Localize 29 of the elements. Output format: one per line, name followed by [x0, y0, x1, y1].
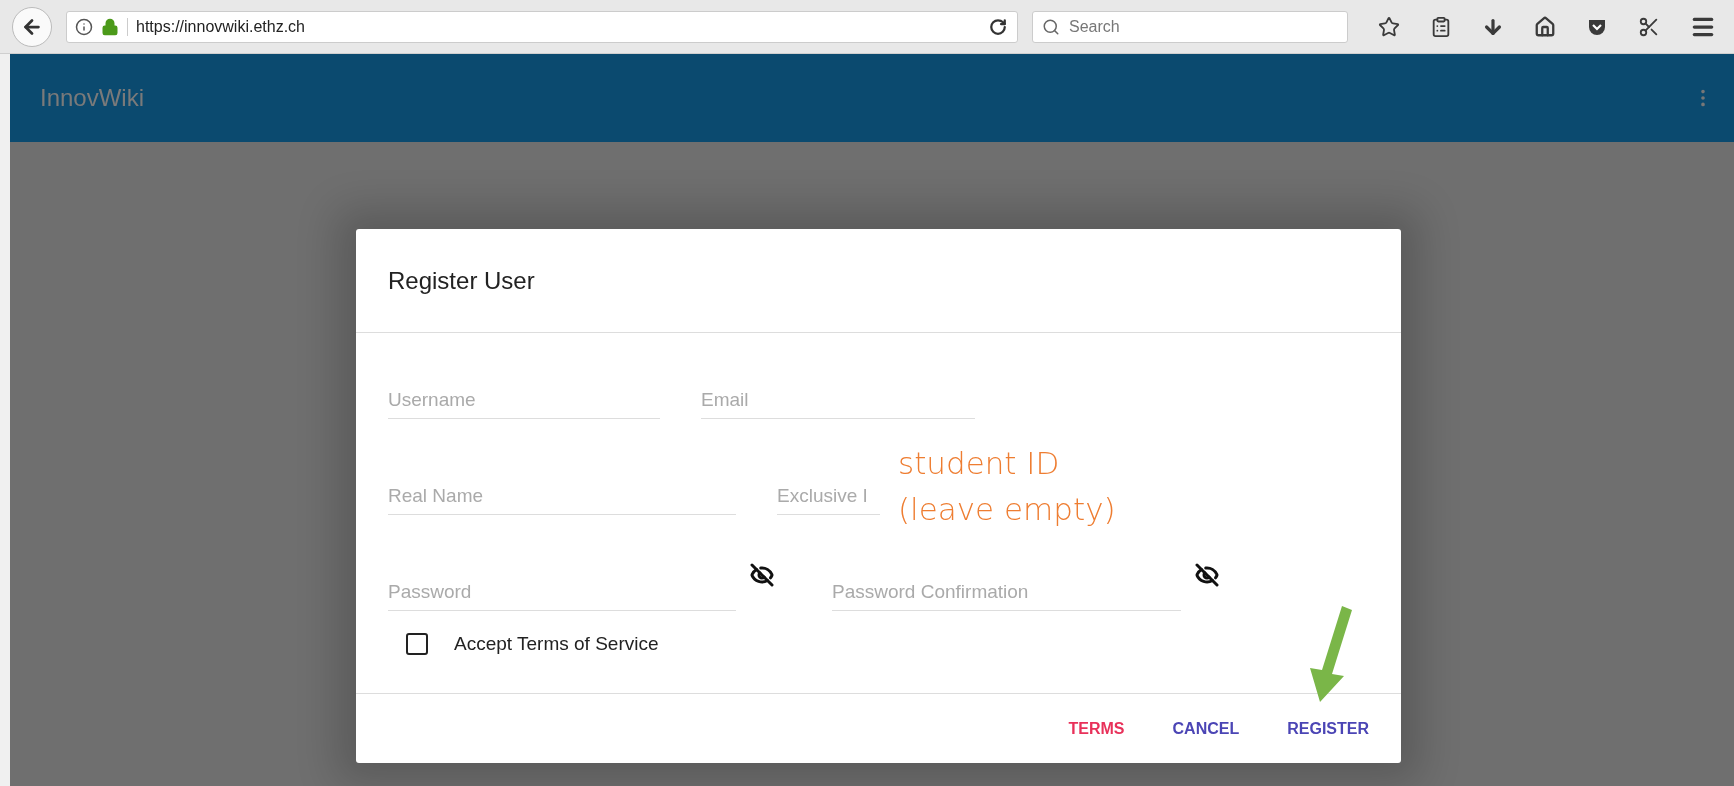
input-field[interactable]: Exclusive I — [777, 467, 880, 515]
input-field[interactable]: Real Name — [388, 467, 736, 515]
hidden-eye-icon[interactable] — [1195, 563, 1219, 587]
annotation-text: (leave empty) — [898, 490, 1116, 529]
hidden-eye-icon[interactable] — [750, 563, 774, 587]
url-text: https://innovwiki.ethz.ch — [127, 17, 981, 36]
clipboard-icon[interactable] — [1430, 15, 1452, 38]
checkbox-label: Accept Terms of Service — [454, 633, 659, 655]
dialog-button[interactable]: TERMS — [1056, 709, 1137, 748]
scissors-icon[interactable] — [1638, 15, 1660, 38]
address-bar[interactable]: https://innovwiki.ethz.ch — [66, 10, 1018, 43]
search-field[interactable]: Search — [1032, 10, 1348, 43]
info-icon — [75, 17, 93, 36]
reload-icon[interactable] — [989, 17, 1007, 36]
checkbox[interactable] — [406, 633, 428, 655]
input-field[interactable]: Email — [701, 371, 975, 419]
back-button[interactable] — [12, 6, 52, 47]
dialog-button[interactable]: CANCEL — [1160, 709, 1252, 748]
search-icon — [1042, 17, 1060, 36]
home-icon[interactable] — [1534, 15, 1556, 38]
input-field[interactable]: Username — [388, 371, 660, 419]
lock-icon — [101, 17, 119, 36]
app-title: InnovWiki — [40, 84, 145, 112]
star-icon[interactable] — [1378, 15, 1400, 38]
dialog-title: Register User — [388, 266, 535, 295]
dialog-button[interactable]: REGISTER — [1275, 709, 1381, 748]
input-field[interactable]: Password — [388, 563, 736, 611]
input-field[interactable]: Password Confirmation — [832, 563, 1181, 611]
annotation-text: student ID — [898, 444, 1061, 483]
